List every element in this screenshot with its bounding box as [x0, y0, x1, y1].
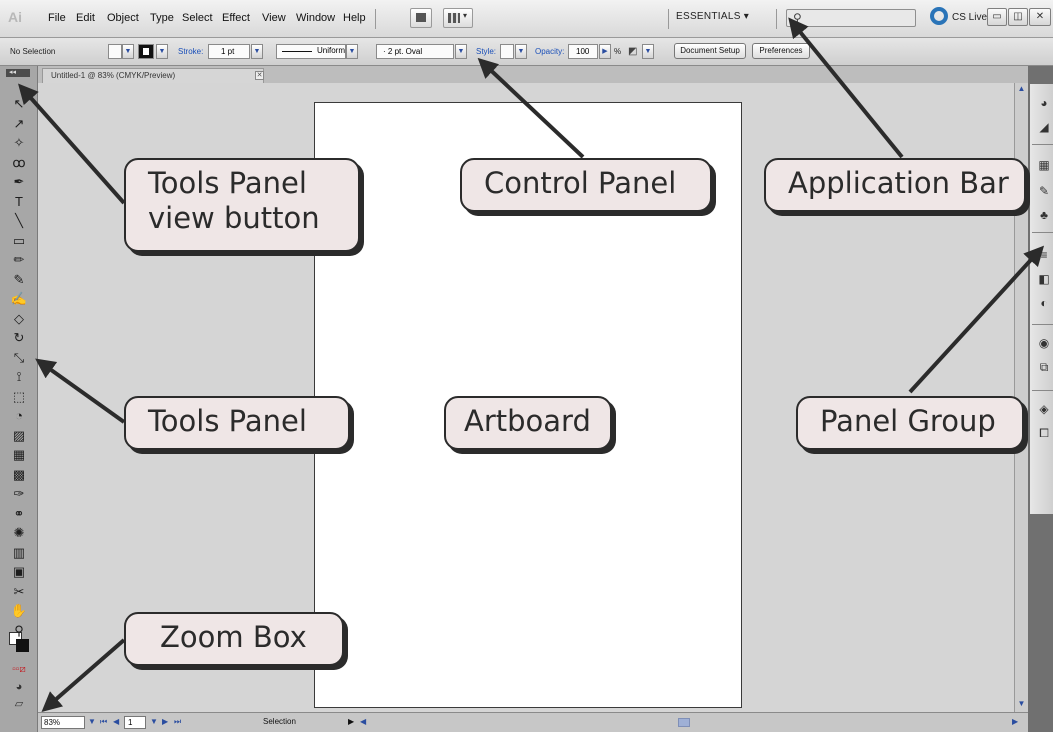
symbol-sprayer-tool-icon[interactable]: ✺ — [9, 523, 29, 543]
eraser-tool-icon[interactable]: ◇ — [9, 309, 29, 329]
direct-selection-tool-icon[interactable]: ↗ — [9, 114, 29, 134]
type-tool-icon[interactable]: T — [9, 192, 29, 212]
callout-control-panel: Control Panel — [460, 158, 712, 212]
callout-tools-panel-view-button-line2: view button — [148, 201, 320, 235]
arrow-control-panel — [477, 57, 585, 159]
paintbrush-tool-icon[interactable]: ✏ — [9, 250, 29, 270]
width-tool-icon[interactable]: ⟟ — [9, 367, 29, 387]
line-tool-icon[interactable]: ╲ — [9, 211, 29, 231]
arrow-application-bar — [788, 17, 904, 159]
pencil-tool-icon[interactable]: ✎ — [9, 270, 29, 290]
slice-tool-icon[interactable]: ✂ — [9, 582, 29, 602]
hand-tool-icon[interactable]: ✋ — [9, 601, 29, 621]
mesh-tool-icon[interactable]: ▦ — [9, 445, 29, 465]
scale-tool-icon[interactable]: ⤡ — [9, 348, 29, 368]
rectangle-tool-icon[interactable]: ▭ — [9, 231, 29, 251]
artboard-tool-icon[interactable]: ▣ — [9, 562, 29, 582]
arrow-tools-panel-view-button — [18, 83, 126, 205]
callout-zoom-box: Zoom Box — [124, 612, 344, 666]
selection-tool-icon[interactable]: ↖ — [9, 94, 29, 114]
arrow-panel-group — [908, 245, 1045, 394]
callout-tools-panel-view-button: Tools Panel view button — [124, 158, 360, 252]
zoom-tool-icon[interactable]: ⚲ — [9, 621, 29, 641]
rotate-tool-icon[interactable]: ↻ — [9, 328, 29, 348]
callout-tools-panel: Tools Panel — [124, 396, 350, 450]
lasso-tool-icon[interactable]: ꝏ — [9, 153, 29, 173]
arrow-tools-panel — [35, 358, 126, 424]
magic-wand-tool-icon[interactable]: ✧ — [9, 133, 29, 153]
gradient-tool-icon[interactable]: ▩ — [9, 465, 29, 485]
callout-tools-panel-view-button-line1: Tools Panel — [148, 166, 307, 200]
free-transform-tool-icon[interactable]: ⬚ — [9, 387, 29, 407]
callout-panel-group: Panel Group — [796, 396, 1024, 450]
blend-tool-icon[interactable]: ⚭ — [9, 504, 29, 524]
eyedropper-tool-icon[interactable]: ✑ — [9, 484, 29, 504]
callout-artboard: Artboard — [444, 396, 612, 450]
column-graph-tool-icon[interactable]: ▥ — [9, 543, 29, 563]
blob-brush-tool-icon[interactable]: ✍ — [9, 289, 29, 309]
perspective-grid-tool-icon[interactable]: ▨ — [9, 426, 29, 446]
pen-tool-icon[interactable]: ✒ — [9, 172, 29, 192]
callout-application-bar: Application Bar — [764, 158, 1026, 212]
arrow-zoom-box — [41, 638, 126, 712]
shape-builder-tool-icon[interactable]: ◔ — [9, 406, 29, 426]
